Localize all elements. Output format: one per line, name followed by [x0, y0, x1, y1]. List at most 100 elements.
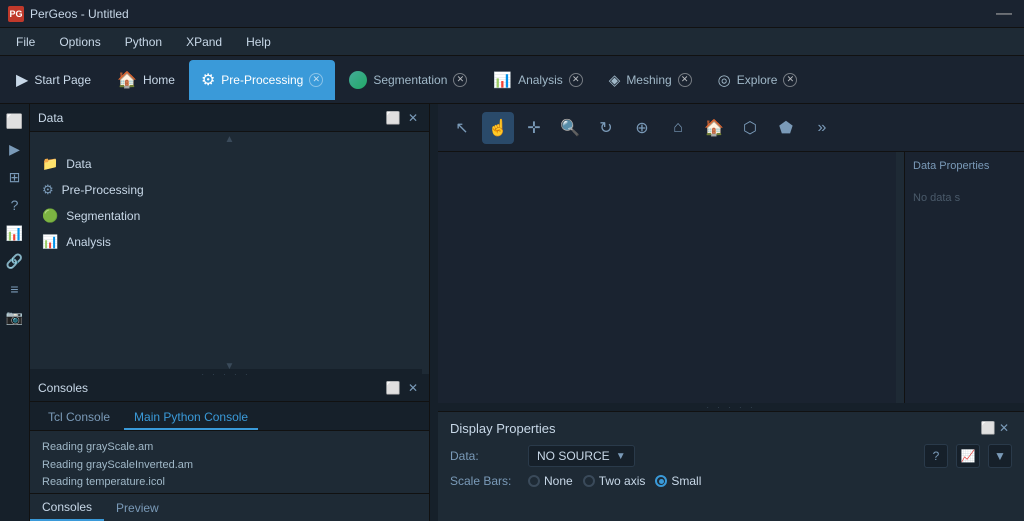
- scale-bars-row: Scale Bars: None Two axis Sm: [450, 474, 1012, 488]
- tab-preprocessing[interactable]: ⚙ Pre-Processing ✕: [189, 60, 335, 100]
- data-scroll-up[interactable]: ▲: [30, 132, 429, 147]
- sidebar-link-icon[interactable]: 🔗: [2, 248, 28, 274]
- consoles-panel-close[interactable]: ✕: [405, 380, 421, 396]
- tab-analysis-close[interactable]: ✕: [569, 73, 583, 87]
- data-source-dropdown[interactable]: NO SOURCE ▼: [528, 445, 635, 467]
- tab-home[interactable]: 🏠 Home: [105, 60, 187, 100]
- consoles-panel-maximize[interactable]: ⬜: [385, 380, 401, 396]
- sidebar-layers-icon[interactable]: ≡: [2, 276, 28, 302]
- toolbar-rotate-btn[interactable]: ↻: [590, 112, 622, 144]
- start-page-icon: ▶: [16, 70, 28, 90]
- log-line-1: Reading grayScale.am: [42, 439, 417, 457]
- tab-start-page[interactable]: ▶ Start Page: [4, 60, 103, 100]
- main-layout: ⬜ ▶ ⊞ ? 📊 🔗 ≡ 📷 Data ⬜ ✕ ▲ 📁 Data: [0, 104, 1024, 521]
- display-help-btn[interactable]: ?: [924, 444, 948, 468]
- toolbar-shape2-btn[interactable]: ⬟: [770, 112, 802, 144]
- preprocessing-tree-icon: ⚙: [42, 182, 54, 198]
- toolbar-pan-btn[interactable]: ⊕: [626, 112, 658, 144]
- toolbar-select-btn[interactable]: ↖: [446, 112, 478, 144]
- tcl-console-tab[interactable]: Tcl Console: [38, 406, 120, 430]
- console-tabs: Tcl Console Main Python Console: [30, 402, 429, 431]
- scale-twoaxis-radio[interactable]: [583, 475, 595, 487]
- sidebar-question-icon[interactable]: ?: [2, 192, 28, 218]
- display-chart-btn[interactable]: 📈: [956, 444, 980, 468]
- viewport: [438, 152, 896, 411]
- data-source-row: Data: NO SOURCE ▼ ? 📈 ▼: [450, 444, 1012, 468]
- menu-options[interactable]: Options: [47, 31, 112, 53]
- content-area: Data ⬜ ✕ ▲ 📁 Data ⚙ Pre-Processing 🟢: [30, 104, 1024, 521]
- data-panel-close[interactable]: ✕: [405, 110, 421, 126]
- data-panel-controls: ⬜ ✕: [385, 110, 421, 126]
- consoles-panel-controls: ⬜ ✕: [385, 380, 421, 396]
- display-properties-title: Display Properties: [450, 421, 980, 436]
- analysis-tree-icon: 📊: [42, 234, 58, 250]
- consoles-footer-tab[interactable]: Consoles: [30, 494, 104, 521]
- menu-file[interactable]: File: [4, 31, 47, 53]
- no-data-text: No data s: [913, 192, 1016, 204]
- console-content: Reading grayScale.am Reading grayScaleIn…: [30, 431, 429, 493]
- data-panel-title: Data: [38, 111, 385, 125]
- sidebar-camera-icon[interactable]: 📷: [2, 304, 28, 330]
- toolbar-pointer-btn[interactable]: ☝: [482, 112, 514, 144]
- toolbar-reset-btn[interactable]: 🏠: [698, 112, 730, 144]
- scale-small-radio[interactable]: [655, 475, 667, 487]
- sidebar-chart-icon[interactable]: 📊: [2, 220, 28, 246]
- main-python-console-tab[interactable]: Main Python Console: [124, 406, 258, 430]
- tree-item-data[interactable]: 📁 Data: [30, 151, 429, 177]
- toolbar-shape1-btn[interactable]: ⬡: [734, 112, 766, 144]
- data-consoles-separator[interactable]: · · · · ·: [30, 369, 422, 379]
- tree-item-segmentation[interactable]: 🟢 Segmentation: [30, 203, 429, 229]
- window-controls[interactable]: —: [996, 5, 1016, 23]
- horizontal-separator[interactable]: · · · · ·: [438, 403, 1024, 411]
- dropdown-arrow-icon: ▼: [616, 451, 626, 462]
- tree-item-preprocessing[interactable]: ⚙ Pre-Processing: [30, 177, 429, 203]
- tab-preprocessing-close[interactable]: ✕: [309, 73, 323, 87]
- menu-help[interactable]: Help: [234, 31, 283, 53]
- tree-item-analysis[interactable]: 📊 Analysis: [30, 229, 429, 255]
- tab-start-page-label: Start Page: [34, 73, 91, 87]
- toolbar-zoom-btn[interactable]: 🔍: [554, 112, 586, 144]
- data-source-value: NO SOURCE: [537, 449, 610, 463]
- tab-explore-close[interactable]: ✕: [783, 73, 797, 87]
- scale-twoaxis-label: Two axis: [599, 474, 646, 488]
- data-properties-title: Data Properties: [913, 160, 1016, 172]
- tab-explore[interactable]: ◎ Explore ✕: [706, 60, 810, 100]
- toolbar-move-btn[interactable]: ✛: [518, 112, 550, 144]
- app-icon: PG: [8, 6, 24, 22]
- titlebar: PG PerGeos - Untitled —: [0, 0, 1024, 28]
- data-panel-maximize[interactable]: ⬜: [385, 110, 401, 126]
- sidebar-monitor-icon[interactable]: ⬜: [2, 108, 28, 134]
- tab-segmentation-close[interactable]: ✕: [453, 73, 467, 87]
- left-sidebar: ⬜ ▶ ⊞ ? 📊 🔗 ≡ 📷: [0, 104, 30, 521]
- scale-none-option[interactable]: None: [528, 474, 573, 488]
- tab-preprocessing-label: Pre-Processing: [221, 73, 303, 87]
- log-line-3: Reading temperature.icol: [42, 474, 417, 492]
- tab-meshing[interactable]: ◈ Meshing ✕: [597, 60, 704, 100]
- data-properties-panel: Data Properties No data s: [904, 152, 1024, 411]
- display-chevron-btn[interactable]: ▼: [988, 444, 1012, 468]
- vertical-separator[interactable]: [430, 104, 438, 521]
- display-properties-header: Display Properties ⬜ ✕: [450, 420, 1012, 436]
- tab-meshing-label: Meshing: [626, 73, 671, 87]
- data-panel: Data ⬜ ✕ ▲ 📁 Data ⚙ Pre-Processing 🟢: [30, 104, 430, 374]
- tab-segmentation[interactable]: Segmentation ✕: [337, 60, 479, 100]
- scale-twoaxis-option[interactable]: Two axis: [583, 474, 646, 488]
- console-footer: Consoles Preview: [30, 493, 429, 521]
- tab-meshing-close[interactable]: ✕: [678, 73, 692, 87]
- toolbar-more-btn[interactable]: »: [806, 112, 838, 144]
- menu-python[interactable]: Python: [113, 31, 174, 53]
- data-folder-icon: 📁: [42, 156, 58, 172]
- scale-bars-radio-group: None Two axis Small: [528, 474, 701, 488]
- scale-none-label: None: [544, 474, 573, 488]
- toolbar-home-btn[interactable]: ⌂: [662, 112, 694, 144]
- preview-footer-tab[interactable]: Preview: [104, 494, 171, 521]
- display-properties-maximize[interactable]: ⬜: [980, 420, 996, 436]
- scale-small-option[interactable]: Small: [655, 474, 701, 488]
- scale-none-radio[interactable]: [528, 475, 540, 487]
- sidebar-grid-icon[interactable]: ⊞: [2, 164, 28, 190]
- menu-xpand[interactable]: XPand: [174, 31, 234, 53]
- tab-analysis[interactable]: 📊 Analysis ✕: [481, 60, 594, 100]
- tab-explore-label: Explore: [737, 73, 778, 87]
- sidebar-arrow-icon[interactable]: ▶: [2, 136, 28, 162]
- display-properties-close[interactable]: ✕: [996, 420, 1012, 436]
